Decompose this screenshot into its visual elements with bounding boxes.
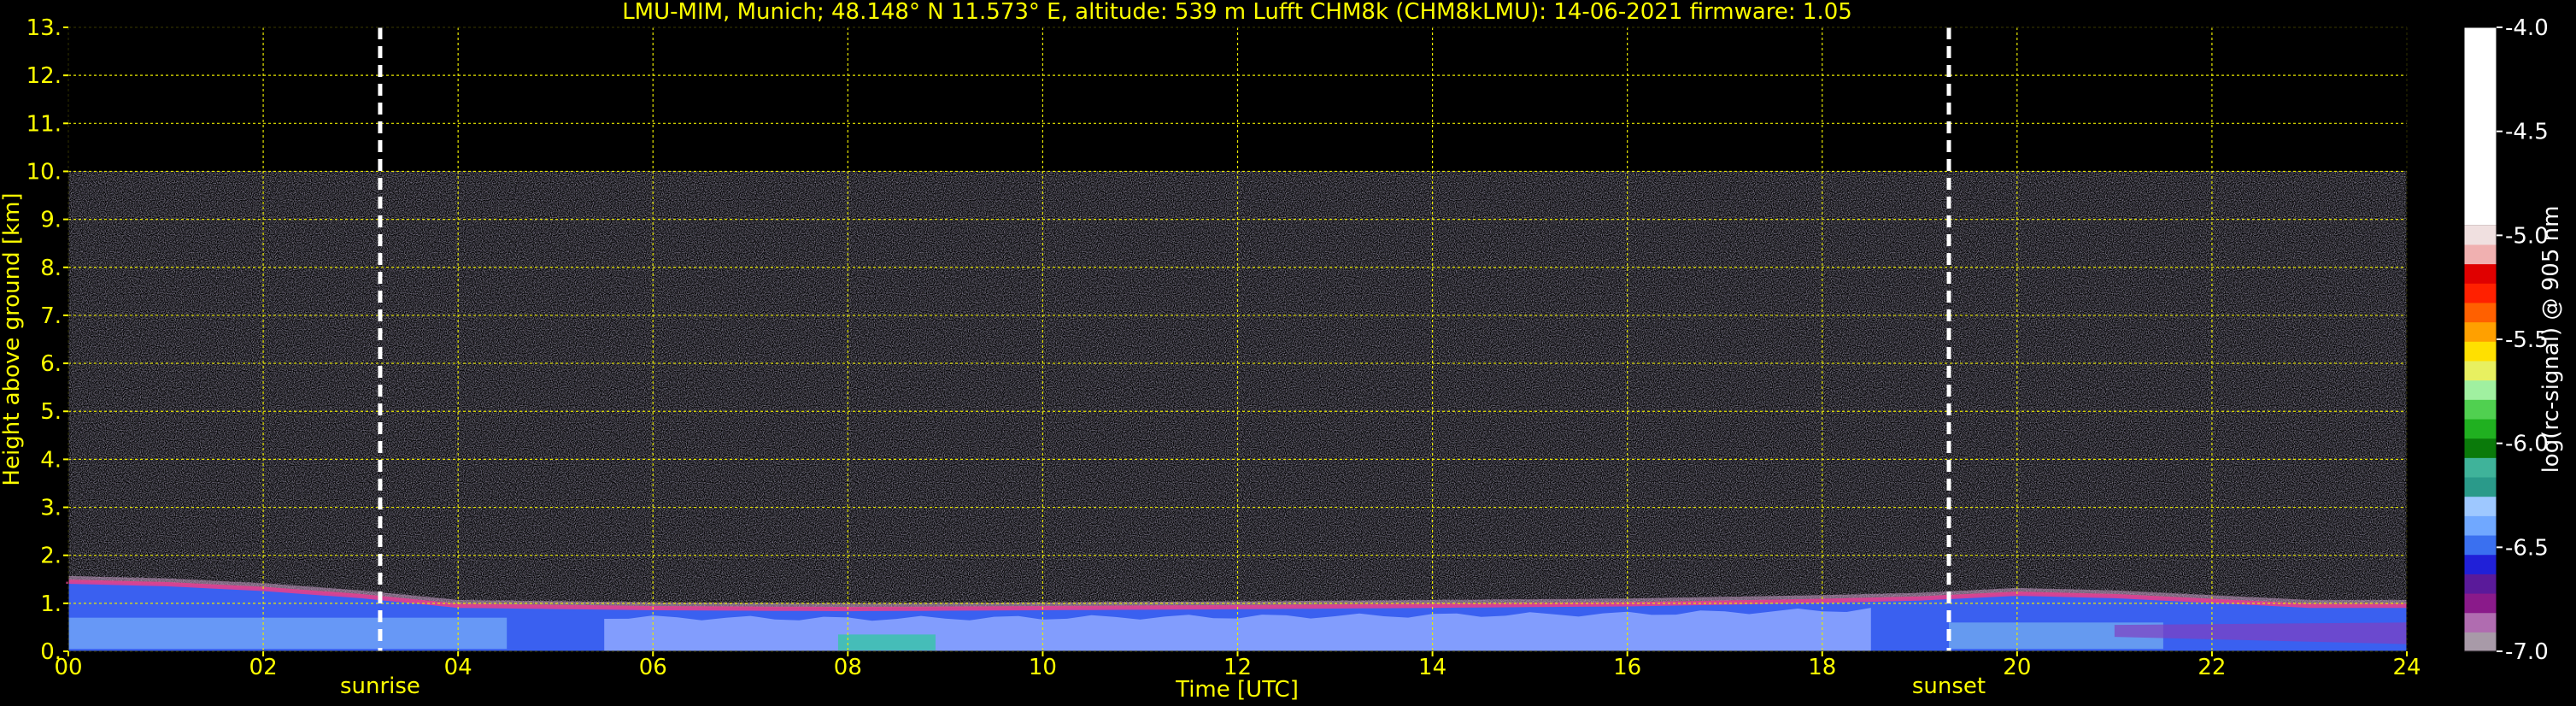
x-tick-label-7: 14 xyxy=(1418,655,1446,680)
x-tick-label-12: 24 xyxy=(2392,655,2421,680)
colorbar-segment-3 xyxy=(2464,574,2497,594)
annotation-label-sunrise: sunrise xyxy=(340,674,420,699)
x-tick-label-4: 08 xyxy=(834,655,862,680)
x-tick-label-2: 04 xyxy=(444,655,472,680)
x-tick-label-8: 16 xyxy=(1613,655,1641,680)
y-tick-label-10: 10. xyxy=(26,159,62,185)
x-tick-label-3: 06 xyxy=(639,655,667,680)
y-tick-label-4: 4. xyxy=(40,447,62,473)
colorbar-tick-label-0: -4.0 xyxy=(2505,15,2549,41)
colorbar-segment-19 xyxy=(2464,263,2497,284)
y-tick-label-6: 6. xyxy=(40,351,62,377)
x-tick-label-9: 18 xyxy=(1808,655,1836,680)
colorbar-tick-label-5: -6.5 xyxy=(2505,535,2549,561)
colorbar-segment-4 xyxy=(2464,554,2497,574)
y-tick-label-1: 1. xyxy=(40,591,62,617)
colorbar-segment-11 xyxy=(2464,418,2497,439)
x-tick-label-5: 10 xyxy=(1029,655,1057,680)
y-tick-label-0: 0. xyxy=(40,639,62,665)
colorbar-top xyxy=(2464,27,2497,226)
colorbar-segment-5 xyxy=(2464,534,2497,556)
colorbar-tick-label-6: -7.0 xyxy=(2505,639,2549,665)
x-tick-label-11: 22 xyxy=(2198,655,2226,680)
y-tick-label-8: 8. xyxy=(40,256,62,281)
y-ticks: 0. 1. 2. 3. 4. 5. 6. 7. 8. 9. 10. 11. 12. 13. xyxy=(26,15,68,665)
colorbar-segment-1 xyxy=(2464,612,2497,632)
colorbar-segment-10 xyxy=(2464,438,2497,458)
y-tick-label-3: 3. xyxy=(40,496,62,521)
colorbar-segment-8 xyxy=(2464,476,2497,497)
colorbar-segment-13 xyxy=(2464,379,2497,400)
x-tick-label-10: 20 xyxy=(2003,655,2031,680)
y-tick-label-13: 13. xyxy=(26,15,62,41)
colorbar-segment-15 xyxy=(2464,341,2497,362)
y-tick-label-9: 9. xyxy=(40,208,62,233)
annotation-labels: sunrise sunset xyxy=(340,674,1986,699)
colorbar-segment-9 xyxy=(2464,457,2497,478)
y-tick-label-12: 12. xyxy=(26,63,62,89)
chart-title: LMU-MIM, Munich; 48.148° N 11.573° E, al… xyxy=(622,0,1852,25)
x-axis-label: Time [UTC] xyxy=(1175,677,1299,703)
y-tick-label-11: 11. xyxy=(26,111,62,137)
y-tick-label-2: 2. xyxy=(40,544,62,569)
annotation-label-sunset: sunset xyxy=(1912,674,1986,699)
colorbar-segment-6 xyxy=(2464,515,2497,536)
colorbar-segment-20 xyxy=(2464,244,2497,265)
layer-green-patch xyxy=(837,634,936,650)
y-tick-label-5: 5. xyxy=(40,399,62,425)
colorbar-segment-18 xyxy=(2464,283,2497,303)
colorbar-segment-16 xyxy=(2464,321,2497,342)
colorbar xyxy=(2463,26,2497,652)
colorbar-segment-2 xyxy=(2464,592,2497,614)
x-tick-label-1: 02 xyxy=(249,655,278,680)
colorbar-segment-7 xyxy=(2464,496,2497,516)
layer-night-band xyxy=(68,617,508,650)
colorbar-segment-17 xyxy=(2464,302,2497,323)
colorbar-segment-14 xyxy=(2464,360,2497,381)
colorbar-segment-0 xyxy=(2464,632,2497,652)
colorbar-label: log(rc-signal) @ 905 nm xyxy=(2538,206,2564,474)
colorbar-segment-12 xyxy=(2464,399,2497,420)
y-tick-label-7: 7. xyxy=(40,303,62,329)
ceilometer-chart: LMU-MIM, Munich; 48.148° N 11.573° E, al… xyxy=(0,0,2564,703)
y-axis-label: Height above ground [km] xyxy=(0,192,25,485)
colorbar-tick-label-1: -4.5 xyxy=(2505,120,2549,145)
colorbar-segment-21 xyxy=(2464,225,2497,245)
